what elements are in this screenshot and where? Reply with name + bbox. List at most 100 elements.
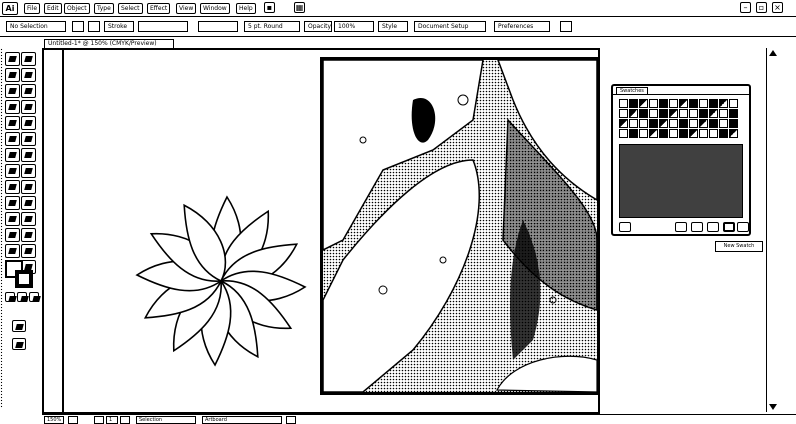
swatch[interactable]: [649, 129, 658, 138]
swatch[interactable]: [659, 129, 668, 138]
swatch[interactable]: [649, 99, 658, 108]
brush-definition-select[interactable]: 5 pt. Round: [244, 21, 300, 32]
menu-type[interactable]: Type: [94, 3, 114, 14]
document-setup-button[interactable]: Document Setup: [414, 21, 486, 32]
close-button[interactable]: ×: [772, 2, 783, 13]
swatch[interactable]: [709, 99, 718, 108]
arrange-documents-icon[interactable]: ▦: [294, 2, 305, 13]
stroke-swatch[interactable]: [88, 21, 100, 32]
artboard-tool-icon[interactable]: [5, 244, 20, 258]
swatch[interactable]: [709, 129, 718, 138]
opacity-field[interactable]: 100%: [334, 21, 374, 32]
document-tab[interactable]: Untitled-1* @ 150% (CMYK/Preview): [44, 39, 174, 48]
rotate-tool-icon[interactable]: [5, 148, 20, 162]
swatch[interactable]: [699, 99, 708, 108]
color-mode-icon[interactable]: [5, 292, 15, 302]
pen-tool-icon[interactable]: [5, 84, 20, 98]
swatch[interactable]: [619, 119, 628, 128]
swatch[interactable]: [669, 119, 678, 128]
swatch[interactable]: [679, 99, 688, 108]
first-artboard-button[interactable]: [94, 416, 104, 424]
scale-tool-icon[interactable]: [21, 148, 36, 162]
swatch[interactable]: [729, 119, 738, 128]
menu-object[interactable]: Object: [64, 3, 90, 14]
new-color-group-icon[interactable]: [707, 222, 719, 232]
swatch[interactable]: [659, 109, 668, 118]
slice-tool-icon[interactable]: [21, 244, 36, 258]
variable-width-profile[interactable]: [198, 21, 238, 32]
rectangle-tool-icon[interactable]: [21, 100, 36, 114]
magic-wand-tool-icon[interactable]: [5, 68, 20, 82]
perspective-grid-tool-icon[interactable]: [21, 180, 36, 194]
swatch[interactable]: [629, 129, 638, 138]
swatch[interactable]: [709, 109, 718, 118]
line-tool-icon[interactable]: [5, 100, 20, 114]
swatch[interactable]: [649, 119, 658, 128]
vertical-scrollbar[interactable]: [766, 48, 778, 412]
swatch[interactable]: [659, 99, 668, 108]
swatch[interactable]: [729, 129, 738, 138]
swatch[interactable]: [629, 119, 638, 128]
maximize-button[interactable]: ▫: [756, 2, 767, 13]
menu-select[interactable]: Select: [118, 3, 143, 14]
swatch[interactable]: [669, 99, 678, 108]
preferences-button[interactable]: Preferences: [494, 21, 550, 32]
swatch[interactable]: [729, 109, 738, 118]
swatch[interactable]: [719, 129, 728, 138]
swatch[interactable]: [699, 129, 708, 138]
new-swatch-icon[interactable]: [723, 222, 735, 232]
menu-help[interactable]: Help: [236, 3, 256, 14]
swatch[interactable]: [689, 109, 698, 118]
swatch[interactable]: [679, 109, 688, 118]
gradient-mode-icon[interactable]: [17, 292, 27, 302]
symbol-sprayer-tool-icon[interactable]: [5, 228, 20, 242]
stroke-weight-field[interactable]: [138, 21, 188, 32]
menu-edit[interactable]: Edit: [44, 3, 62, 14]
swatch[interactable]: [619, 129, 628, 138]
swatch[interactable]: [659, 119, 668, 128]
scroll-up-icon[interactable]: [769, 50, 777, 56]
swatch[interactable]: [669, 109, 678, 118]
graph-tool-icon[interactable]: [21, 228, 36, 242]
swatch[interactable]: [709, 119, 718, 128]
last-artboard-button[interactable]: [120, 416, 130, 424]
swatch[interactable]: [639, 129, 648, 138]
zoom-field[interactable]: 150%: [44, 416, 64, 424]
page-field[interactable]: 1: [106, 416, 118, 424]
swatch-options-icon[interactable]: [691, 222, 703, 232]
swatch[interactable]: [619, 99, 628, 108]
show-swatch-kinds-icon[interactable]: [675, 222, 687, 232]
swatch[interactable]: [719, 99, 728, 108]
fill-stroke-icon[interactable]: [5, 260, 35, 288]
swatch[interactable]: [689, 99, 698, 108]
menu-view[interactable]: View: [176, 3, 197, 14]
swatches-tab[interactable]: Swatches: [616, 87, 648, 95]
none-mode-icon[interactable]: [29, 292, 39, 302]
menu-window[interactable]: Window: [200, 3, 230, 14]
gradient-tool-icon[interactable]: [21, 196, 36, 210]
free-transform-tool-icon[interactable]: [21, 164, 36, 178]
blend-tool-icon[interactable]: [21, 212, 36, 226]
swatch[interactable]: [719, 119, 728, 128]
swatch[interactable]: [689, 119, 698, 128]
swatch[interactable]: [629, 99, 638, 108]
zoom-dropdown[interactable]: [68, 416, 78, 424]
swatch[interactable]: [639, 119, 648, 128]
lasso-tool-icon[interactable]: [21, 68, 36, 82]
delete-swatch-icon[interactable]: [737, 222, 749, 232]
swatch[interactable]: [649, 109, 658, 118]
swatch[interactable]: [679, 119, 688, 128]
swatch[interactable]: [679, 129, 688, 138]
screen-mode-icon[interactable]: [12, 338, 26, 350]
menu-file[interactable]: File: [24, 3, 41, 14]
drawing-mode-icon[interactable]: [12, 320, 26, 332]
tools-panel-grip[interactable]: [0, 48, 3, 408]
swatch[interactable]: [629, 109, 638, 118]
scroll-down-icon[interactable]: [769, 404, 777, 410]
shape-builder-tool-icon[interactable]: [5, 180, 20, 194]
pattern-swatch-area[interactable]: [619, 144, 743, 218]
swatch[interactable]: [619, 109, 628, 118]
placed-photo[interactable]: [320, 57, 600, 395]
mesh-tool-icon[interactable]: [5, 196, 20, 210]
swatch[interactable]: [639, 109, 648, 118]
